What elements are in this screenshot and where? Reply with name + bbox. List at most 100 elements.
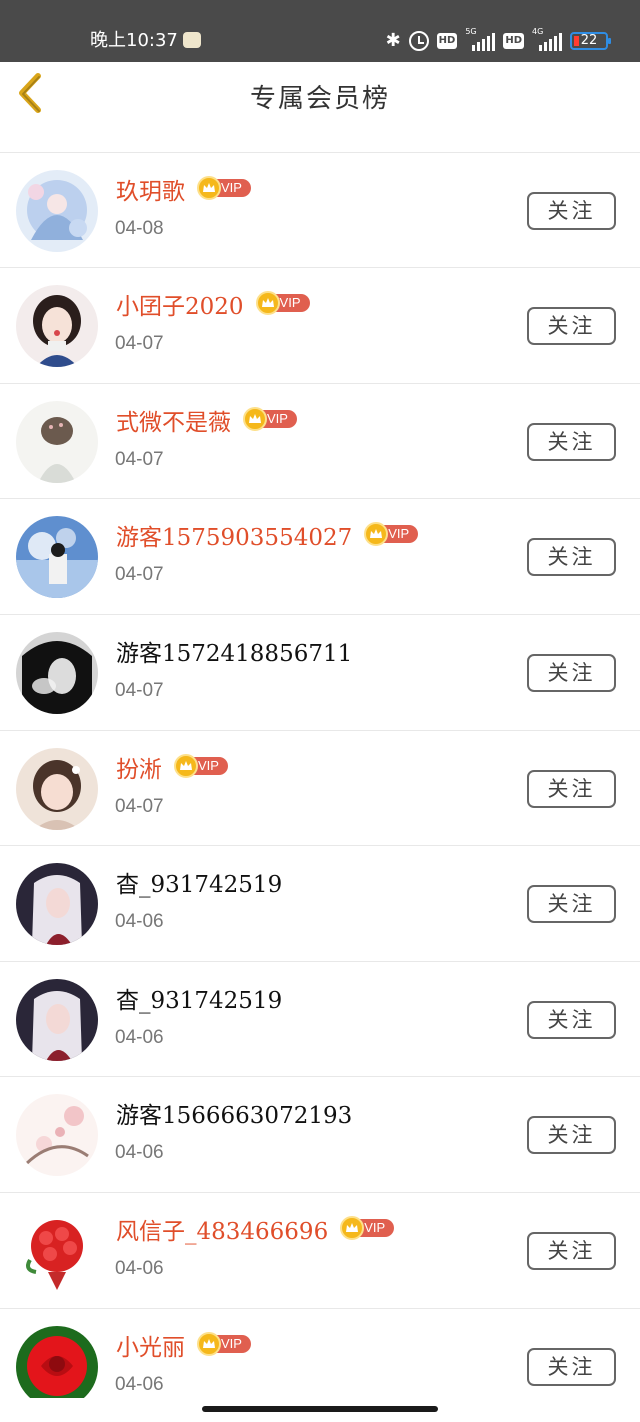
avatar[interactable] xyxy=(16,1094,98,1177)
vip-badge: VIP xyxy=(197,1331,251,1356)
member-name[interactable]: 游客1566663072193 xyxy=(116,1099,352,1133)
alarm-icon xyxy=(408,31,429,51)
follow-button[interactable]: 关注 xyxy=(527,769,616,808)
member-list[interactable]: 04-08 玖玥歌VIP04-08关注小囝子2020VIP04-07关注式微不是… xyxy=(0,62,640,1398)
follow-button[interactable]: 关注 xyxy=(527,1116,616,1155)
crown-icon xyxy=(243,406,267,431)
member-name-line: 小囝子2020 VIP xyxy=(116,290,310,324)
list-item[interactable]: 式微不是薇 VIP 04-07 关注 xyxy=(0,383,640,500)
member-name[interactable]: 游客1575903554027 xyxy=(116,521,352,555)
hd-badge-2: HD xyxy=(503,33,524,49)
avatar[interactable] xyxy=(16,516,98,599)
member-name[interactable]: 扮淅 xyxy=(116,753,162,787)
vip-label: VIP xyxy=(221,179,242,195)
crown-icon xyxy=(255,291,280,316)
member-name-line: 小光丽 VIP xyxy=(116,1331,251,1365)
member-date: 04-06 xyxy=(115,1373,164,1395)
list-item[interactable]: 游客1575903554027 VIP 04-07 关注 xyxy=(0,499,640,615)
vip-label: VIP xyxy=(388,526,410,542)
member-name-line: 式微不是薇 VIP xyxy=(116,406,297,440)
member-name[interactable]: 小光丽 xyxy=(116,1331,185,1365)
bluetooth-icon: ✱ xyxy=(385,30,401,51)
member-date: 04-06 xyxy=(115,1142,164,1164)
list-item[interactable]: 杳_931742519 04-06 关注 xyxy=(0,846,640,962)
follow-button[interactable]: 关注 xyxy=(527,538,616,577)
header-bar: 专属会员榜 xyxy=(0,62,640,140)
follow-button[interactable]: 关注 xyxy=(527,1232,616,1270)
avatar[interactable] xyxy=(16,1325,98,1398)
vip-badge: VIP xyxy=(255,291,310,316)
member-name-line: 游客1575903554027 VIP xyxy=(116,521,419,555)
follow-button[interactable]: 关注 xyxy=(527,885,616,924)
status-icons: ✱ HD 5G HD 4G 22 xyxy=(385,27,611,54)
member-date: 04-07 xyxy=(115,333,164,355)
crown-icon xyxy=(197,175,221,200)
member-date: 04-08 xyxy=(115,217,164,239)
list-item[interactable]: 扮淅 VIP 04-07 关注 xyxy=(0,730,640,847)
follow-button[interactable]: 关注 xyxy=(527,654,616,692)
status-time: 晚上10:37 xyxy=(90,30,178,51)
vip-label: VIP xyxy=(198,757,219,773)
avatar[interactable] xyxy=(16,632,98,714)
vip-label: VIP xyxy=(221,1335,242,1351)
avatar[interactable] xyxy=(16,285,98,368)
follow-button[interactable]: 关注 xyxy=(527,307,616,346)
vip-label: VIP xyxy=(279,295,301,311)
signal-4g-icon: 4G xyxy=(532,27,562,51)
member-date: 04-07 xyxy=(115,795,164,817)
list-item[interactable]: 小囝子2020 VIP 04-07 关注 xyxy=(0,268,640,384)
home-indicator[interactable] xyxy=(202,1406,438,1412)
member-date: 04-07 xyxy=(115,564,164,586)
avatar[interactable] xyxy=(16,747,98,830)
hd-badge: HD xyxy=(436,33,458,49)
member-name-line: 游客1572418856711 xyxy=(116,637,352,671)
list-item[interactable]: 小光丽 VIP 04-06 关注 xyxy=(0,1308,640,1398)
list-item[interactable]: 游客1566663072193 04-06 关注 xyxy=(0,1077,640,1193)
signal-5g-icon: 5G xyxy=(465,27,496,51)
list-item[interactable]: 风信子_483466696 VIP 04-06 关注 xyxy=(0,1193,640,1309)
member-name-line: 玖玥歌 VIP xyxy=(116,175,251,209)
crown-icon xyxy=(197,1331,221,1356)
avatar[interactable] xyxy=(16,863,98,946)
member-date: 04-06 xyxy=(115,1026,164,1048)
member-date: 04-06 xyxy=(115,911,164,933)
avatar[interactable] xyxy=(16,169,98,252)
member-name[interactable]: 风信子_483466696 xyxy=(116,1215,328,1249)
member-date: 04-07 xyxy=(115,448,164,470)
list-item[interactable]: 杳_931742519 04-06 关注 xyxy=(0,961,640,1078)
member-name-line: 杳_931742519 xyxy=(116,984,282,1018)
follow-button[interactable]: 关注 xyxy=(527,422,616,461)
vip-badge: VIP xyxy=(197,175,251,200)
list-item[interactable]: 玖玥歌 VIP 04-08 关注 xyxy=(0,152,640,269)
vip-badge: VIP xyxy=(364,522,419,547)
member-name-line: 风信子_483466696 VIP xyxy=(116,1215,395,1249)
crown-icon xyxy=(174,753,198,778)
vip-label: VIP xyxy=(364,1220,386,1235)
status-bar: 晚上10:37 ✱ HD 5G HD 4G 22 xyxy=(0,0,640,62)
member-name[interactable]: 杳_931742519 xyxy=(116,984,282,1018)
member-date: 04-07 xyxy=(115,680,164,701)
follow-button[interactable]: 关注 xyxy=(527,191,616,230)
member-name[interactable]: 玖玥歌 xyxy=(116,175,185,209)
member-name-line: 杳_931742519 xyxy=(116,868,282,902)
member-name-line: 游客1566663072193 xyxy=(116,1099,352,1133)
notification-icon xyxy=(183,32,201,48)
follow-button[interactable]: 关注 xyxy=(527,1347,616,1386)
vip-badge: VIP xyxy=(340,1216,395,1240)
member-name[interactable]: 式微不是薇 xyxy=(116,406,231,440)
member-name[interactable]: 杳_931742519 xyxy=(116,868,282,902)
avatar[interactable] xyxy=(16,400,98,483)
page-title: 专属会员榜 xyxy=(249,84,390,114)
member-name[interactable]: 游客1572418856711 xyxy=(116,637,352,671)
member-name[interactable]: 小囝子2020 xyxy=(116,290,244,324)
avatar[interactable] xyxy=(16,978,98,1061)
vip-label: VIP xyxy=(267,410,288,426)
battery-icon: 22 xyxy=(570,32,611,50)
avatar[interactable] xyxy=(16,1210,98,1292)
follow-button[interactable]: 关注 xyxy=(527,1000,616,1039)
battery-level: 22 xyxy=(580,33,598,48)
vip-badge: VIP xyxy=(174,753,228,778)
list-item[interactable]: 游客1572418856711 04-07 关注 xyxy=(0,615,640,731)
member-date: 04-06 xyxy=(115,1258,164,1279)
member-name-line: 扮淅 VIP xyxy=(116,753,228,787)
